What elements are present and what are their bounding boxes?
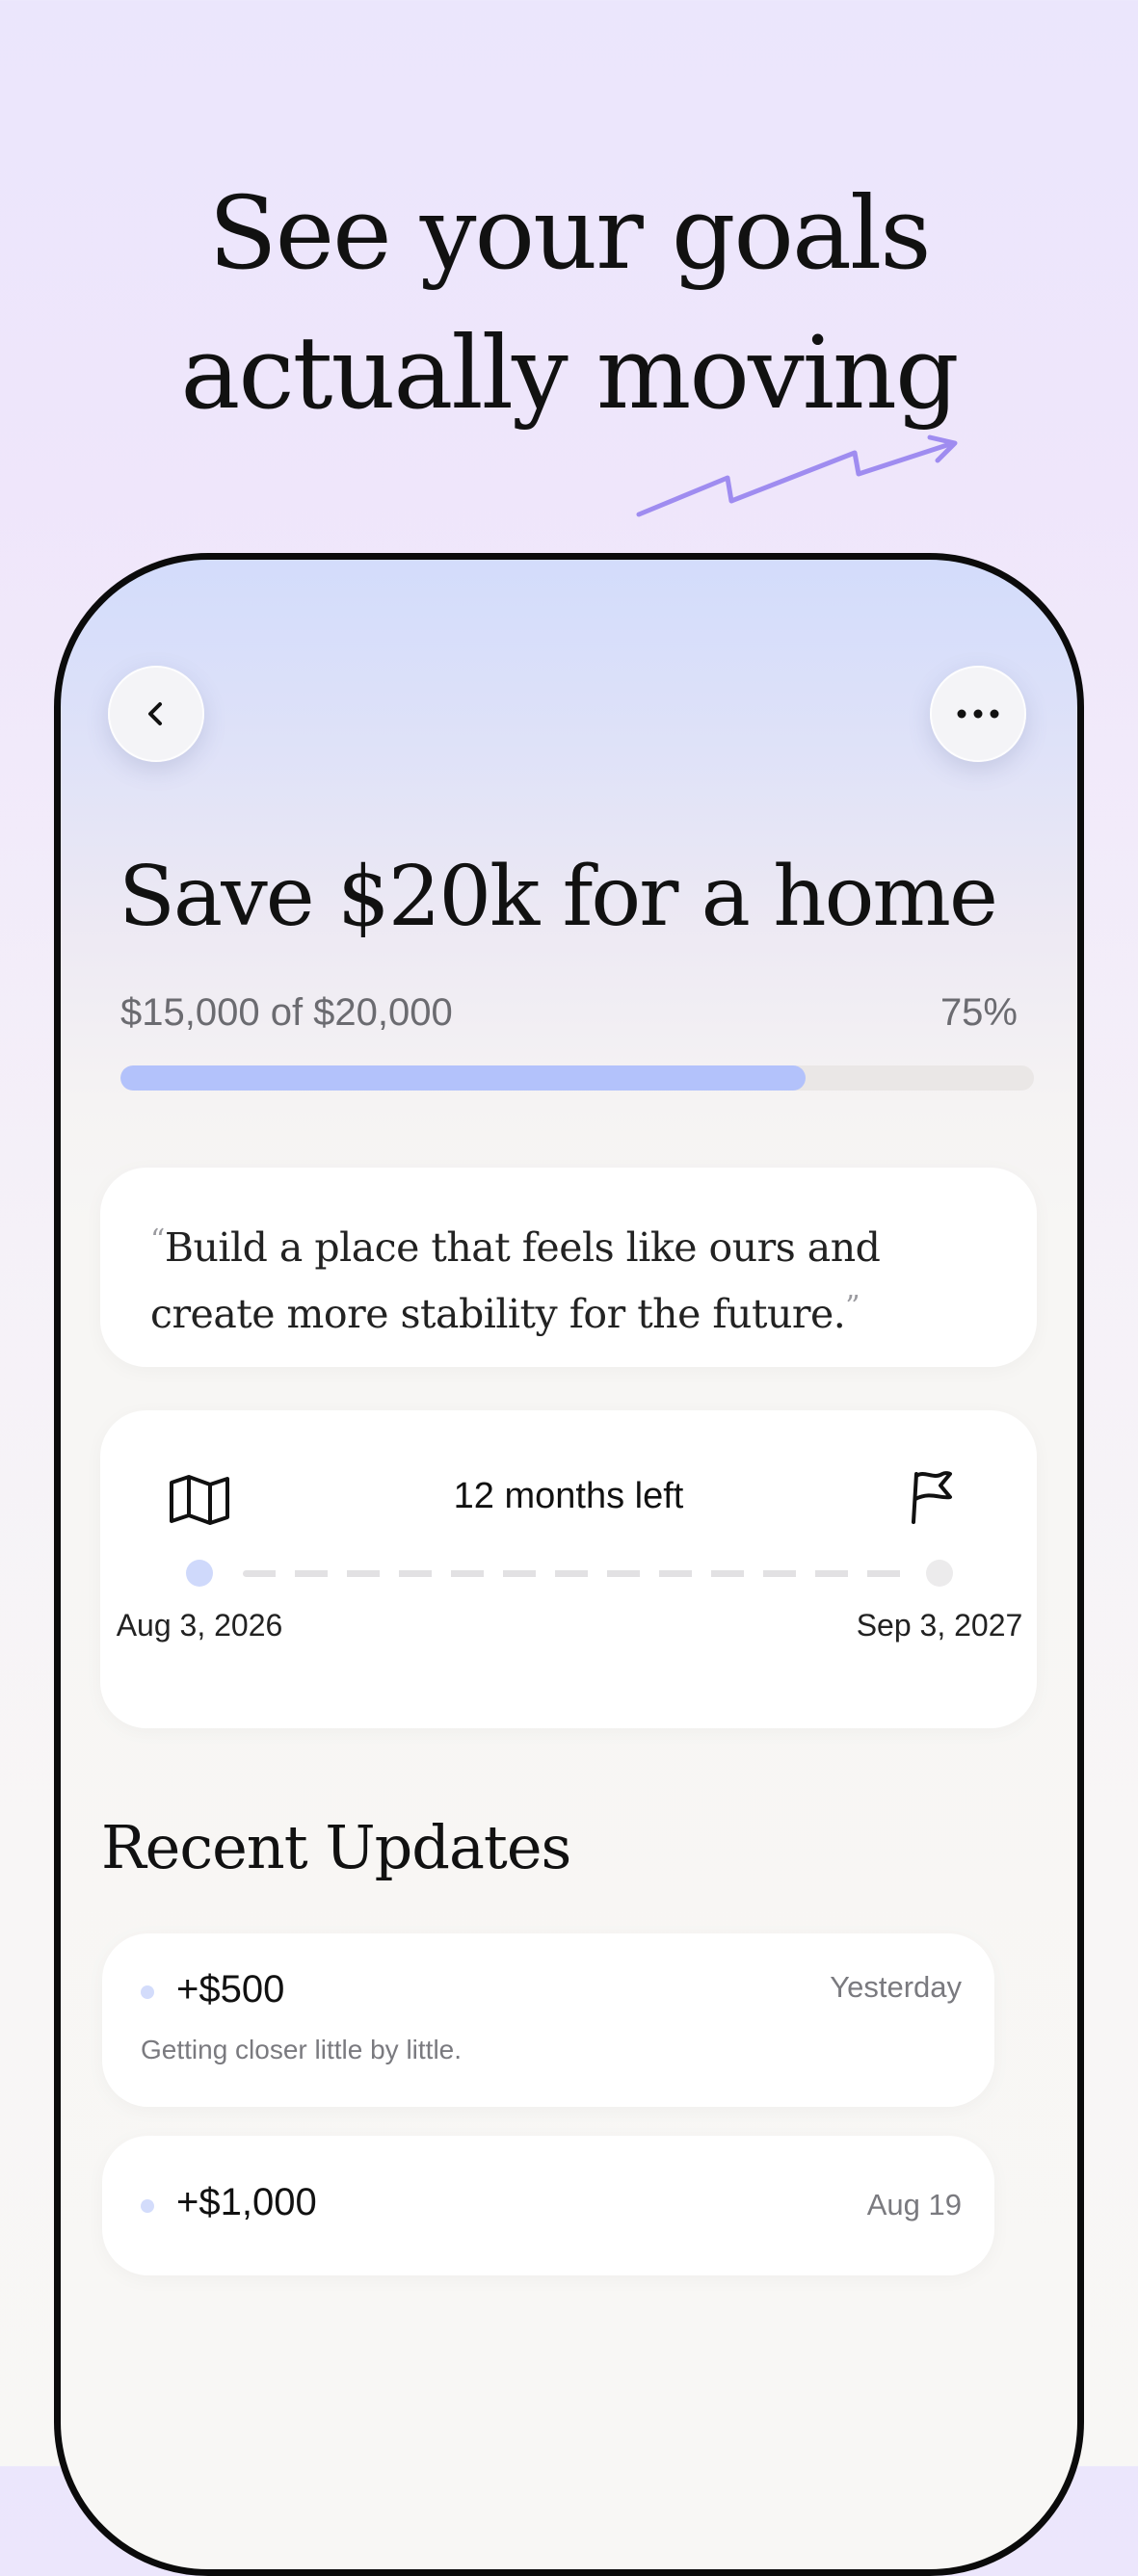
- timeline-dashed-line: [243, 1570, 904, 1577]
- back-button[interactable]: [108, 666, 204, 762]
- more-horizontal-icon: [957, 709, 999, 719]
- update-date: Yesterday: [830, 1970, 962, 2004]
- update-dot: [141, 1985, 154, 1999]
- quote-open-mark: “: [150, 1223, 165, 1257]
- timeline-card: 12 months left Aug 3, 2026 Sep 3, 2027: [100, 1410, 1037, 1728]
- timeline-end-dot: [926, 1560, 953, 1587]
- goal-quote-card: “Build a place that feels like ours and …: [100, 1168, 1037, 1367]
- flag-icon: [912, 1471, 952, 1524]
- goal-quote-text: Build a place that feels like ours and c…: [150, 1224, 881, 1337]
- update-amount: +$1,000: [176, 2181, 317, 2223]
- recent-updates-title: Recent Updates: [101, 1812, 571, 1882]
- months-left: 12 months left: [453, 1476, 684, 1516]
- progress-amount: $15,000 of $20,000: [120, 991, 453, 1034]
- goal-quote: “Build a place that feels like ours and …: [150, 1211, 979, 1344]
- headline: See your goals actually moving: [0, 164, 1138, 443]
- progress-percent: 75%: [940, 991, 1018, 1034]
- more-options-button[interactable]: [930, 666, 1026, 762]
- update-amount: +$500: [176, 1968, 285, 2011]
- update-date: Aug 19: [866, 2188, 962, 2221]
- quote-close-mark: ”: [845, 1290, 860, 1324]
- chevron-left-icon: [148, 702, 162, 725]
- goal-title: Save $20k for a home: [119, 849, 998, 945]
- update-dot: [141, 2199, 154, 2213]
- trend-arrow-icon: [636, 434, 958, 517]
- timeline-start-date: Aug 3, 2026: [116, 1608, 283, 1643]
- headline-line-1: See your goals: [208, 174, 931, 292]
- update-item[interactable]: +$500 Yesterday Getting closer little by…: [102, 1933, 994, 2107]
- timeline-end-date: Sep 3, 2027: [856, 1608, 1023, 1643]
- headline-line-2: actually moving: [180, 314, 959, 432]
- update-note: Getting closer little by little.: [141, 2035, 463, 2064]
- update-item[interactable]: +$1,000 Aug 19: [102, 2136, 994, 2275]
- timeline-start-dot: [186, 1560, 213, 1587]
- progress-bar: [120, 1065, 1034, 1091]
- phone-frame: Save $20k for a home $15,000 of $20,000 …: [54, 553, 1084, 2576]
- progress-bar-fill: [120, 1065, 806, 1091]
